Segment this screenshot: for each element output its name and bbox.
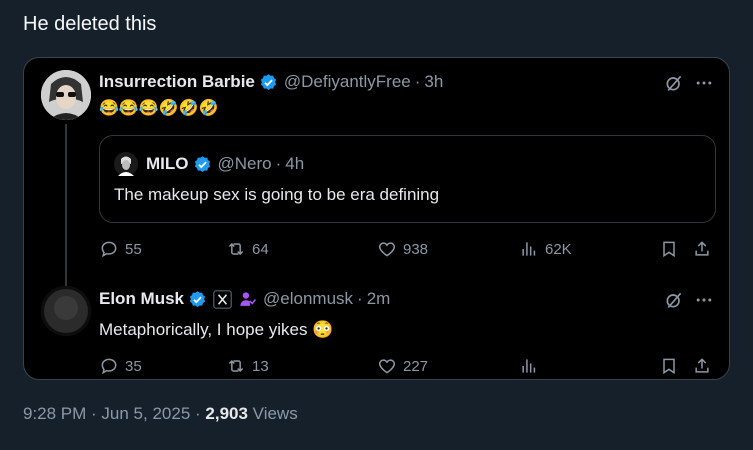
tweet-content: Metaphorically, I hope yikes 😳 [99, 320, 334, 339]
author-name[interactable]: Insurrection Barbie [99, 72, 255, 92]
share-icon[interactable] [692, 239, 712, 259]
views-count: 62K [545, 240, 572, 258]
reply-count: 55 [125, 240, 142, 258]
post-metadata: 9:28 PM · Jun 5, 2025 · 2,903 Views [23, 404, 298, 424]
bookmark-icon[interactable] [659, 239, 679, 259]
separator-dot: · [275, 154, 282, 173]
reply-button[interactable]: 35 [99, 356, 142, 376]
tweet-time[interactable]: 3h [424, 72, 443, 92]
author-handle[interactable]: @DefiyantlyFree [284, 72, 411, 92]
verified-badge-icon [189, 290, 206, 307]
post-text: He deleted this [23, 13, 157, 35]
reply-icon [101, 241, 117, 258]
views-button[interactable]: 62K [519, 239, 572, 259]
tweet-content: 😂😂😂🤣🤣🤣 [99, 100, 219, 117]
quote-content: The makeup sex is going to be era defini… [114, 185, 440, 204]
tweet-time[interactable]: 2m [367, 289, 391, 309]
author-handle[interactable]: @elonmusk [263, 289, 353, 309]
quote-time[interactable]: 4h [285, 154, 304, 174]
heart-icon [378, 359, 396, 374]
avatar[interactable] [41, 70, 91, 120]
thread-connector [65, 124, 67, 286]
post-views-label: Views [247, 404, 298, 423]
reply-button[interactable]: 55 [99, 239, 142, 259]
author-name[interactable]: Elon Musk [99, 289, 184, 309]
avatar-image [41, 70, 91, 120]
reply-count: 35 [125, 357, 142, 375]
views-icon [522, 242, 536, 256]
repost-button[interactable]: 64 [226, 239, 269, 259]
tweet-actions: 35 13 227 [99, 356, 717, 378]
quote-author-name[interactable]: MILO [146, 154, 189, 174]
separator-dot: · [357, 289, 363, 308]
post-views-count: 2,903 [205, 404, 248, 423]
views-icon [522, 359, 536, 373]
post-timestamp[interactable]: 9:28 PM · Jun 5, 2025 · [23, 404, 205, 423]
avatar[interactable] [41, 286, 91, 336]
bookmark-icon[interactable] [659, 356, 679, 376]
more-options-icon[interactable] [694, 290, 714, 310]
heart-icon [378, 242, 396, 257]
repost-count: 13 [252, 357, 269, 375]
repost-button[interactable]: 13 [226, 356, 269, 376]
like-count: 938 [403, 240, 429, 258]
like-button[interactable]: 227 [377, 356, 428, 376]
verified-badge-icon [260, 73, 276, 90]
repost-icon [228, 359, 244, 373]
government-badge-icon [240, 291, 257, 306]
grok-icon[interactable] [664, 290, 684, 310]
more-options-icon[interactable] [694, 73, 714, 93]
views-button[interactable] [519, 356, 545, 376]
reply-icon [101, 358, 117, 375]
quoted-tweet[interactable]: MILO @Nero · 4h The makeup sex is going … [99, 135, 716, 223]
share-icon[interactable] [692, 356, 712, 376]
grok-icon[interactable] [664, 73, 684, 93]
repost-count: 64 [252, 240, 269, 258]
embedded-thread-card[interactable]: Insurrection Barbie @DefiyantlyFree · 3h… [23, 57, 730, 380]
verified-badge-icon [194, 155, 210, 172]
quote-avatar [114, 152, 138, 176]
like-button[interactable]: 938 [377, 239, 428, 259]
repost-icon [228, 242, 244, 256]
separator-dot: · [414, 72, 421, 91]
avatar-image [41, 286, 91, 336]
x-affiliate-badge-icon[interactable] [213, 289, 232, 309]
like-count: 227 [403, 357, 429, 375]
tweet-actions: 55 64 938 62K [99, 239, 717, 261]
quote-author-handle[interactable]: @Nero [218, 154, 272, 174]
